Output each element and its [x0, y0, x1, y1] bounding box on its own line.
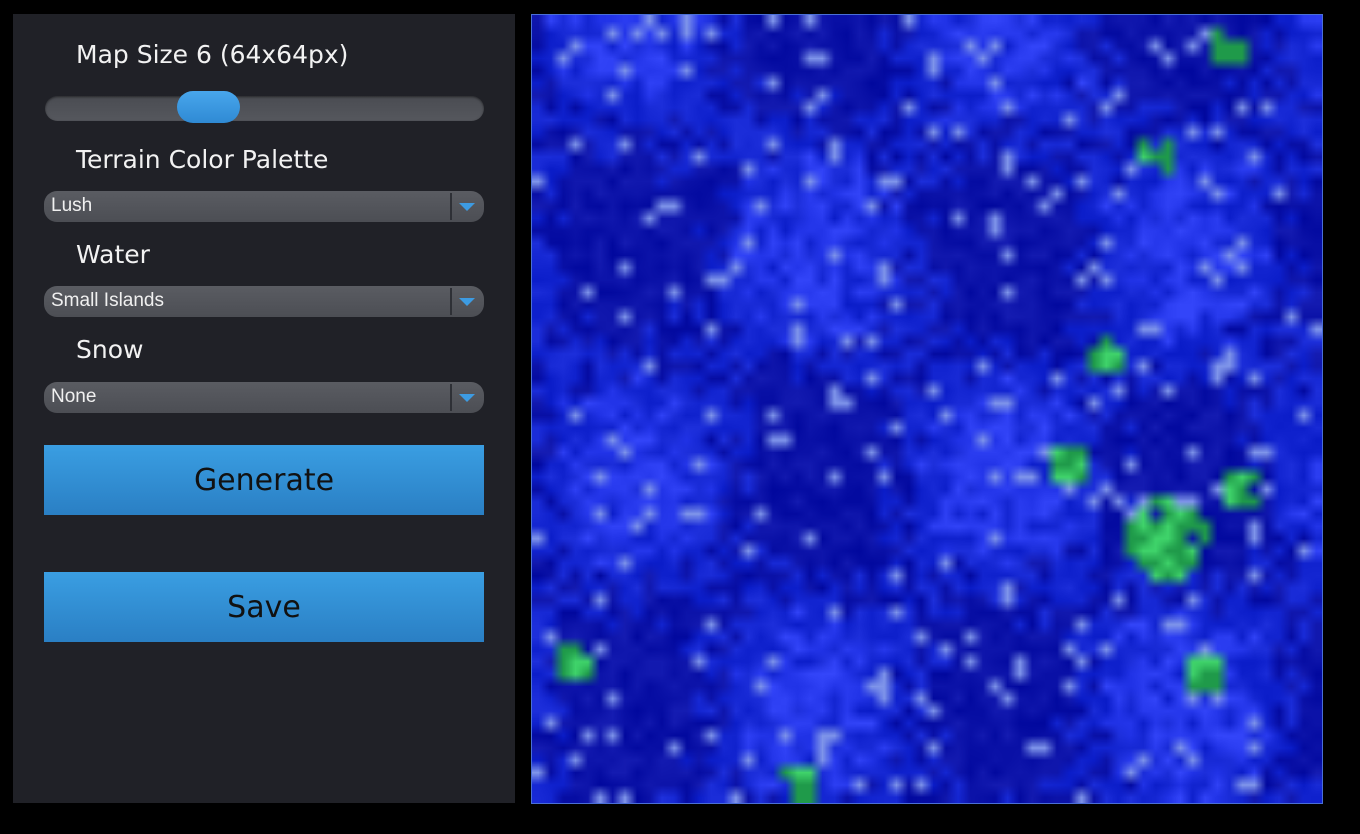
water-label: Water	[76, 240, 150, 269]
terrain-map-canvas[interactable]	[532, 15, 1322, 803]
snow-label: Snow	[76, 335, 144, 364]
save-button[interactable]: Save	[44, 572, 484, 642]
snow-dropdown[interactable]: None	[44, 382, 484, 413]
water-dropdown[interactable]: Small Islands	[44, 286, 484, 317]
chevron-down-icon[interactable]	[459, 203, 475, 211]
chevron-down-icon[interactable]	[459, 298, 475, 306]
chevron-down-icon[interactable]	[459, 394, 475, 402]
terrain-palette-label: Terrain Color Palette	[76, 145, 329, 174]
terrain-palette-value: Lush	[51, 195, 93, 216]
water-value: Small Islands	[51, 290, 164, 311]
dropdown-separator	[450, 288, 452, 315]
map-size-label: Map Size 6 (64x64px)	[76, 40, 349, 69]
settings-panel: Map Size 6 (64x64px) Terrain Color Palet…	[13, 14, 515, 803]
dropdown-separator	[450, 193, 452, 220]
snow-value: None	[51, 386, 97, 407]
terrain-palette-dropdown[interactable]: Lush	[44, 191, 484, 222]
terrain-map-view[interactable]	[531, 14, 1323, 804]
map-size-slider-thumb[interactable]	[177, 91, 240, 123]
map-size-slider[interactable]	[45, 91, 484, 123]
dropdown-separator	[450, 384, 452, 411]
generate-button[interactable]: Generate	[44, 445, 484, 515]
